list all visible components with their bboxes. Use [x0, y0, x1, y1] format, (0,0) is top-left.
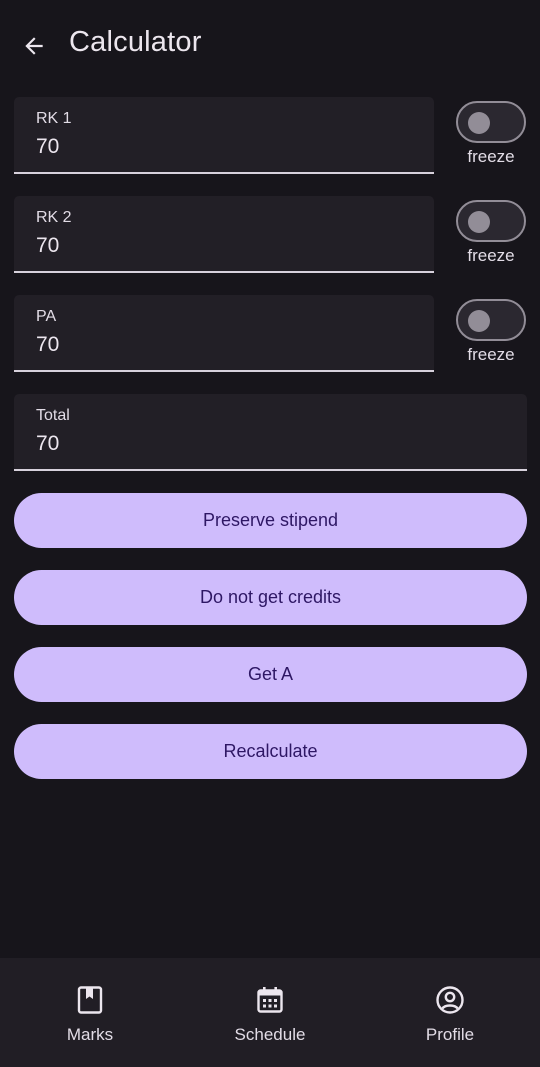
preserve-stipend-button[interactable]: Preserve stipend — [14, 493, 527, 548]
rk1-input[interactable] — [36, 135, 336, 159]
pa-freeze-switch[interactable] — [456, 299, 526, 341]
rk1-freeze-switch[interactable] — [456, 101, 526, 143]
rk2-freeze-switch[interactable] — [456, 200, 526, 242]
calendar-icon — [255, 985, 285, 1015]
nav-label-schedule: Schedule — [234, 1025, 306, 1044]
bottom-navigation: Marks Schedule Profile — [0, 958, 540, 1067]
rk1-field-label: RK 1 — [36, 110, 72, 127]
nav-label-marks: Marks — [66, 1025, 114, 1044]
total-input[interactable] — [36, 432, 336, 456]
rk2-input[interactable] — [36, 234, 336, 258]
switch-thumb — [468, 310, 490, 332]
nav-label-profile: Profile — [425, 1025, 475, 1044]
nav-item-marks[interactable]: Marks — [0, 958, 180, 1067]
nav-item-profile[interactable]: Profile — [360, 958, 540, 1067]
rk2-freeze-control: freeze — [455, 196, 527, 266]
back-button[interactable] — [12, 24, 56, 68]
pa-freeze-control: freeze — [455, 295, 527, 365]
rk2-field-label: RK 2 — [36, 209, 72, 226]
rk1-field[interactable]: RK 1 — [14, 97, 434, 174]
top-app-bar: Calculator — [0, 0, 540, 90]
pa-field-label: PA — [36, 308, 57, 325]
rk1-freeze-label: freeze — [467, 147, 515, 166]
rk1-freeze-control: freeze — [455, 97, 527, 167]
arrow-back-icon — [25, 37, 43, 55]
do-not-get-credits-button[interactable]: Do not get credits — [14, 570, 527, 625]
pa-field[interactable]: PA — [14, 295, 434, 372]
rk2-freeze-label: freeze — [467, 246, 515, 265]
calculator-screen: Calculator RK 1 freeze RK 2 freeze PA fr… — [0, 0, 540, 1067]
recalculate-button[interactable]: Recalculate — [14, 724, 527, 779]
total-field-label: Total — [36, 407, 70, 424]
switch-thumb — [468, 211, 490, 233]
switch-thumb — [468, 112, 490, 134]
bookmark-book-icon — [75, 985, 105, 1015]
pa-input[interactable] — [36, 333, 336, 357]
page-title: Calculator — [69, 26, 202, 58]
get-a-button[interactable]: Get A — [14, 647, 527, 702]
total-field[interactable]: Total — [14, 394, 527, 471]
nav-item-schedule[interactable]: Schedule — [180, 958, 360, 1067]
rk2-field[interactable]: RK 2 — [14, 196, 434, 273]
account-circle-icon — [435, 985, 465, 1015]
pa-freeze-label: freeze — [467, 345, 515, 364]
